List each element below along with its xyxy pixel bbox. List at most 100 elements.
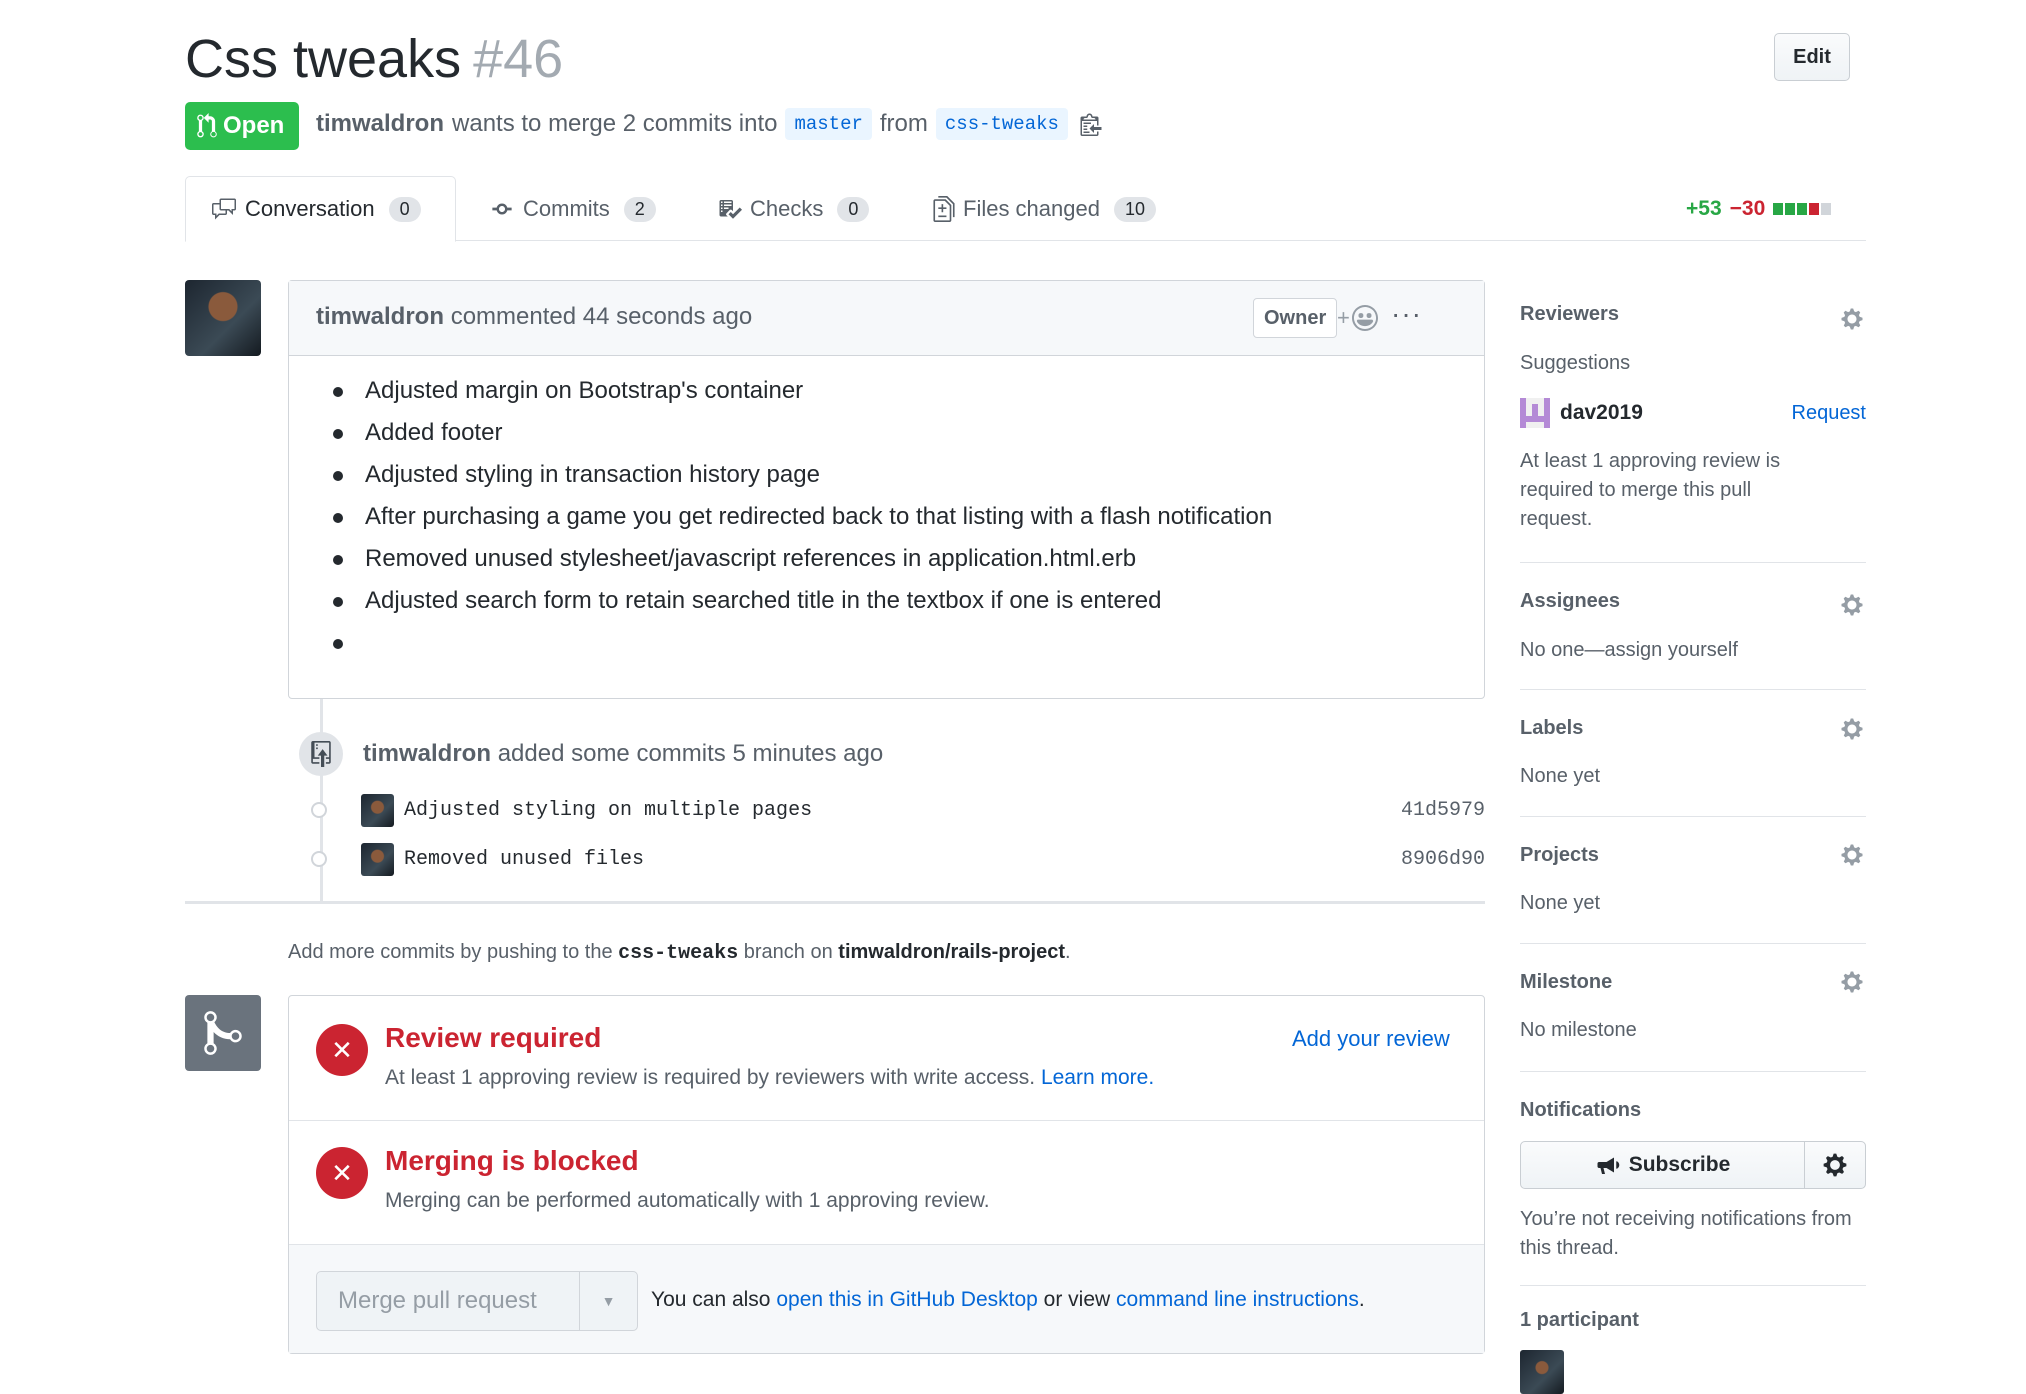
clippy-icon[interactable]: [1080, 112, 1102, 136]
avatar[interactable]: [361, 842, 394, 876]
base-branch[interactable]: master: [785, 108, 872, 140]
command-line-link[interactable]: command line instructions: [1116, 1288, 1359, 1311]
gear-icon[interactable]: [1840, 843, 1864, 867]
merge-hint-middle: or view: [1043, 1288, 1111, 1311]
repo-push-icon: [311, 741, 331, 767]
push-hint-repo: timwaldron/rails-project: [838, 941, 1066, 963]
comment-author-avatar[interactable]: [185, 280, 261, 356]
gear-icon[interactable]: [1840, 970, 1864, 994]
suggestions-label: Suggestions: [1520, 352, 1631, 374]
pr-state-badge: Open: [185, 102, 300, 150]
participant-avatar[interactable]: [1520, 1350, 1564, 1394]
commit-sha[interactable]: 8906d90: [1401, 848, 1485, 871]
reviewers-heading: Reviewers: [1520, 303, 1619, 325]
push-hint-branch: css-tweaks: [618, 942, 739, 965]
git-commit-icon: [492, 203, 512, 215]
request-review-link[interactable]: Request: [1792, 402, 1867, 425]
event-author[interactable]: timwaldron: [363, 740, 491, 767]
tab-conversation-label: Conversation: [245, 196, 375, 221]
commit-row: Adjusted styling on multiple pages 41d59…: [300, 790, 1485, 830]
comment-meta: timwaldron commented 44 seconds ago: [316, 303, 752, 331]
commit-message[interactable]: Removed unused files: [404, 848, 644, 871]
milestone-heading: Milestone: [1520, 971, 1613, 993]
tab-files-count: 10: [1113, 196, 1157, 222]
learn-more-link[interactable]: Learn more.: [1041, 1066, 1154, 1089]
identicon-avatar[interactable]: [1520, 398, 1550, 428]
tab-commits[interactable]: Commits 2: [489, 196, 656, 222]
pr-author-link[interactable]: timwaldron: [316, 110, 444, 138]
open-desktop-link[interactable]: open this in GitHub Desktop: [776, 1288, 1037, 1311]
sidebar-divider: [1520, 1071, 1866, 1072]
notifications-heading: Notifications: [1520, 1099, 1642, 1121]
merge-blocked-section: ✕ Merging is blocked Merging can be perf…: [289, 1121, 1484, 1245]
diffstat-block: [1821, 203, 1832, 215]
merge-status-avatar: [185, 995, 261, 1071]
list-item: Adjusted margin on Bootstrap's container: [331, 370, 1272, 412]
gear-icon[interactable]: [1840, 717, 1864, 741]
event-badge: [299, 732, 343, 776]
sidebar-divider: [1520, 562, 1866, 563]
push-hint-suffix: .: [1065, 941, 1071, 963]
push-hint-prefix: Add more commits by pushing to the: [288, 941, 613, 963]
avatar[interactable]: [361, 793, 394, 827]
tab-conversation-count: 0: [388, 196, 421, 222]
head-branch[interactable]: css-tweaks: [935, 108, 1068, 140]
participants-heading: 1 participant: [1520, 1309, 1639, 1331]
notification-settings-button[interactable]: [1805, 1142, 1865, 1188]
merge-button-label: Merge pull request: [338, 1287, 537, 1314]
diffstat-block: [1809, 203, 1820, 215]
commit-sha[interactable]: 41d5979: [1401, 799, 1485, 822]
commit-message[interactable]: Adjusted styling on multiple pages: [404, 799, 812, 822]
merge-pull-request-button[interactable]: Merge pull request ▼: [316, 1271, 638, 1331]
gear-icon[interactable]: [1840, 307, 1864, 331]
assignees-value[interactable]: No one—assign yourself: [1520, 636, 1866, 665]
commits-event-text: timwaldron added some commits 5 minutes …: [363, 740, 883, 768]
merge-blocked-title: Merging is blocked: [385, 1145, 639, 1176]
file-diff-icon: [933, 196, 955, 222]
projects-value: None yet: [1520, 892, 1601, 914]
review-required-title: Review required: [385, 1022, 602, 1053]
pr-subtitle: timwaldron wants to merge 2 commits into…: [316, 108, 1102, 140]
pr-number: #46: [473, 29, 564, 89]
tab-conversation[interactable]: Conversation 0: [211, 196, 421, 222]
suggested-reviewer-name[interactable]: dav2019: [1560, 401, 1643, 425]
diffstat-additions: +53: [1686, 197, 1722, 220]
review-desc-text: At least 1 approving review is required …: [385, 1066, 1036, 1089]
projects-heading: Projects: [1520, 844, 1599, 866]
diffstat-block: [1797, 203, 1808, 215]
tab-files-label: Files changed: [963, 196, 1100, 221]
comment-author[interactable]: timwaldron: [316, 303, 444, 330]
add-reaction-button[interactable]: +: [1337, 301, 1378, 335]
assignees-heading: Assignees: [1520, 590, 1621, 612]
add-review-link[interactable]: Add your review: [1292, 1026, 1450, 1052]
comment-discussion-icon: [212, 198, 236, 220]
milestone-value: No milestone: [1520, 1019, 1637, 1041]
tab-checks[interactable]: Checks 0: [718, 196, 870, 222]
tab-commits-label: Commits: [523, 196, 610, 221]
subscribe-button[interactable]: Subscribe: [1521, 1142, 1805, 1188]
sidebar-divider: [1520, 1285, 1866, 1286]
git-pull-request-icon: [197, 113, 217, 138]
merge-hint-suffix: .: [1358, 1288, 1365, 1311]
gear-icon[interactable]: [1840, 593, 1864, 617]
edit-title-button[interactable]: Edit: [1774, 33, 1850, 81]
comment-header: timwaldron commented 44 seconds ago Owne…: [289, 281, 1484, 356]
commit-row: Removed unused files 8906d90: [300, 839, 1485, 879]
list-item: Adjusted search form to retain searched …: [331, 580, 1272, 622]
timeline-end-divider: [185, 901, 1485, 904]
list-item: [331, 622, 1272, 664]
review-required-section: ✕ Review required At least 1 approving r…: [289, 996, 1484, 1121]
labels-heading: Labels: [1520, 717, 1584, 739]
pr-title-row: Css tweaks #46: [185, 26, 563, 92]
git-commit-icon: [311, 802, 327, 818]
comment-more-icon[interactable]: ···: [1391, 298, 1422, 330]
push-hint: Add more commits by pushing to the css-t…: [288, 941, 1071, 965]
tab-files-changed[interactable]: Files changed 10: [933, 196, 1157, 222]
merge-footer: Merge pull request ▼ You can also open t…: [289, 1245, 1484, 1353]
chevron-down-icon[interactable]: ▼: [579, 1272, 637, 1330]
diffstat-bar: [1773, 197, 1833, 221]
checklist-icon: [719, 200, 742, 219]
git-merge-icon: [204, 1011, 242, 1055]
list-item: Adjusted styling in transaction history …: [331, 454, 1272, 496]
comment-action[interactable]: commented 44 seconds ago: [451, 303, 753, 330]
